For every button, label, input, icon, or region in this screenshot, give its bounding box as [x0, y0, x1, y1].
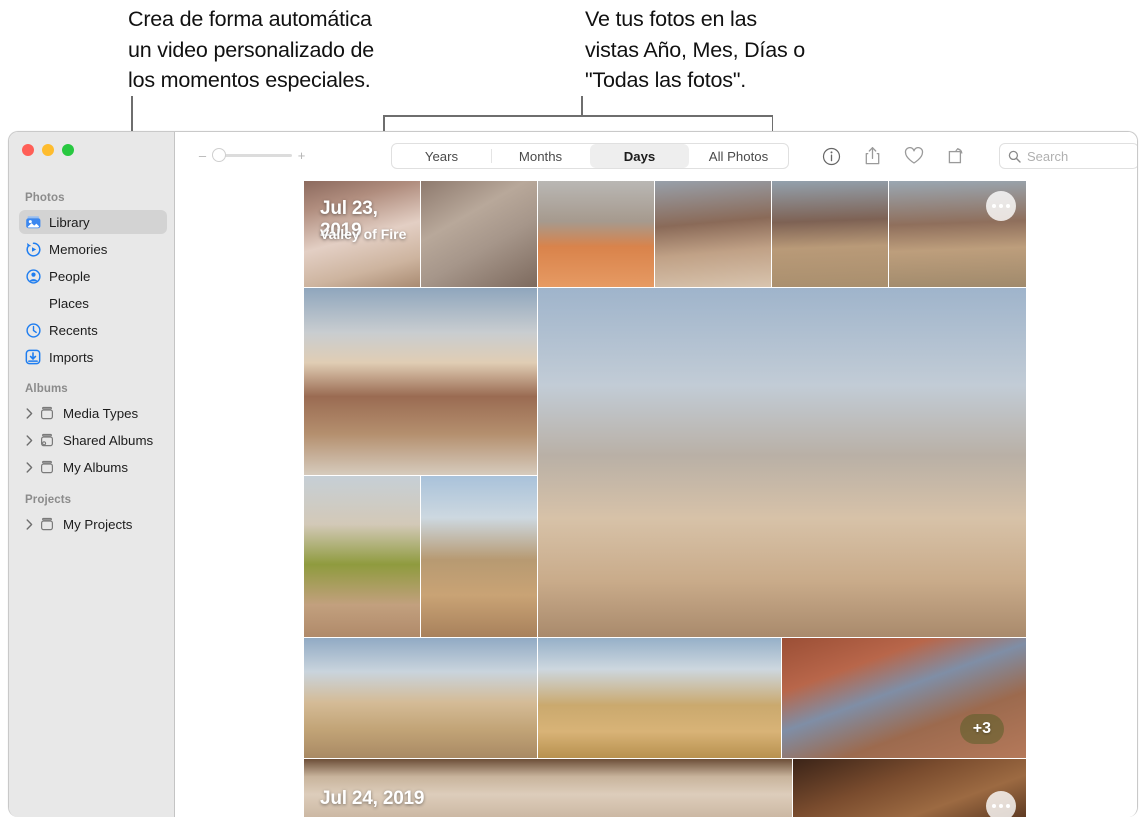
sidebar-item-memories[interactable]: Memories [19, 237, 167, 261]
more-options-icon[interactable] [986, 191, 1016, 221]
sidebar-item-label: Recents [49, 322, 98, 338]
window-controls [22, 144, 74, 156]
share-icon[interactable] [858, 142, 886, 170]
photo-thumbnail[interactable] [793, 759, 1026, 817]
callout-leader-right-bracket-left [383, 115, 385, 132]
day-group-subtitle: Valley of Fire [320, 226, 407, 242]
photo-thumbnail[interactable] [889, 181, 1026, 287]
photo-thumbnail[interactable]: Jul 23, 2019 Valley of Fire [304, 181, 420, 287]
photo-thumbnail[interactable] [655, 181, 771, 287]
callout-leader-right-vertical [581, 96, 583, 116]
sidebar-item-my-projects[interactable]: My Projects [19, 512, 167, 536]
search-box[interactable]: Search [999, 143, 1137, 169]
sidebar-item-imports[interactable]: Imports [19, 345, 167, 369]
sidebar-item-library[interactable]: Library [19, 210, 167, 234]
sidebar-item-shared-albums[interactable]: Shared Albums [19, 428, 167, 452]
more-options-icon[interactable] [986, 791, 1016, 817]
sidebar-item-label: Imports [49, 349, 94, 365]
toolbar: – + Years Months Days All Photos Search [176, 132, 1137, 180]
sidebar-item-label: Places [49, 295, 89, 311]
search-input[interactable]: Search [1027, 149, 1068, 164]
sidebar-item-label: Media Types [63, 405, 139, 421]
album-icon [38, 404, 56, 422]
album-icon [38, 458, 56, 476]
tab-days[interactable]: Days [590, 144, 689, 168]
photo-grid-area: Jul 23, 2019 Valley of Fire +3 Jul 24, 2… [176, 180, 1137, 817]
info-icon[interactable] [817, 142, 845, 170]
photo-thumbnail[interactable] [304, 638, 537, 758]
photo-thumbnail[interactable] [304, 288, 537, 475]
close-button[interactable] [22, 144, 34, 156]
callout-text-memories: Crea de forma automática un video person… [128, 7, 375, 92]
zoom-slider-knob[interactable] [212, 148, 226, 162]
view-mode-segmented-control: Years Months Days All Photos [391, 143, 789, 169]
sidebar-item-recents[interactable]: Recents [19, 318, 167, 342]
maximize-button[interactable] [62, 144, 74, 156]
day-group-title: Jul 24, 2019 [320, 788, 425, 809]
callout-leader-right-bracket-right [771, 115, 774, 132]
album-icon [38, 515, 56, 533]
sidebar-item-my-albums[interactable]: My Albums [19, 455, 167, 479]
tab-months[interactable]: Months [491, 144, 590, 168]
sidebar-item-label: My Projects [63, 516, 133, 532]
rotate-icon[interactable] [942, 142, 970, 170]
screenshot-root: Crea de forma automática un video person… [0, 0, 1146, 817]
favorite-heart-icon[interactable] [900, 142, 928, 170]
places-icon [24, 294, 42, 312]
photo-thumbnail[interactable] [421, 476, 537, 637]
tab-years[interactable]: Years [392, 144, 491, 168]
library-icon [24, 213, 42, 231]
photo-thumbnail[interactable]: +3 [782, 638, 1026, 758]
zoom-out-label[interactable]: – [198, 148, 207, 163]
photos-app-window: Photos Library Memories People Places Re… [8, 131, 1138, 817]
sidebar: Photos Library Memories People Places Re… [9, 132, 175, 817]
minimize-button[interactable] [42, 144, 54, 156]
photo-thumbnail[interactable] [772, 181, 888, 287]
additional-photos-badge[interactable]: +3 [959, 714, 1004, 744]
imports-icon [25, 349, 41, 365]
sidebar-group-header-albums: Albums [25, 383, 68, 395]
callout-leader-right-bracket-top [383, 115, 773, 117]
zoom-in-label[interactable]: + [297, 148, 306, 163]
sidebar-item-places[interactable]: Places [19, 291, 167, 315]
zoom-slider[interactable]: – + [198, 144, 306, 166]
search-icon [1008, 150, 1021, 163]
recents-icon [24, 321, 42, 339]
sidebar-group-header-photos: Photos [25, 192, 65, 204]
chevron-right-icon[interactable] [24, 407, 35, 419]
sidebar-item-people[interactable]: People [19, 264, 167, 288]
photo-thumbnail[interactable]: Jul 24, 2019 [304, 759, 792, 817]
photo-grid: Jul 23, 2019 Valley of Fire +3 Jul 24, 2… [304, 180, 1026, 817]
callout-text-views: Ve tus fotos en las vistas Año, Mes, Día… [585, 7, 806, 92]
photo-thumbnail[interactable] [304, 476, 420, 637]
chevron-right-icon[interactable] [24, 518, 35, 530]
sidebar-item-media-types[interactable]: Media Types [19, 401, 167, 425]
sidebar-item-label: My Albums [63, 459, 129, 475]
chevron-right-icon[interactable] [24, 434, 35, 446]
memories-icon [24, 240, 42, 258]
zoom-slider-track[interactable] [212, 148, 292, 162]
sidebar-item-label: Library [49, 214, 90, 230]
sidebar-item-label: Memories [49, 241, 108, 257]
tab-all-photos[interactable]: All Photos [689, 144, 788, 168]
photo-thumbnail[interactable] [421, 181, 537, 287]
people-icon [24, 267, 42, 285]
photo-thumbnail[interactable] [538, 638, 781, 758]
photo-thumbnail[interactable] [538, 181, 654, 287]
sidebar-item-label: Shared Albums [63, 432, 154, 448]
sidebar-group-header-projects: Projects [25, 494, 72, 506]
shared-album-icon [38, 431, 56, 449]
sidebar-item-label: People [49, 268, 91, 284]
chevron-right-icon[interactable] [24, 461, 35, 473]
photo-thumbnail[interactable] [538, 288, 1026, 637]
